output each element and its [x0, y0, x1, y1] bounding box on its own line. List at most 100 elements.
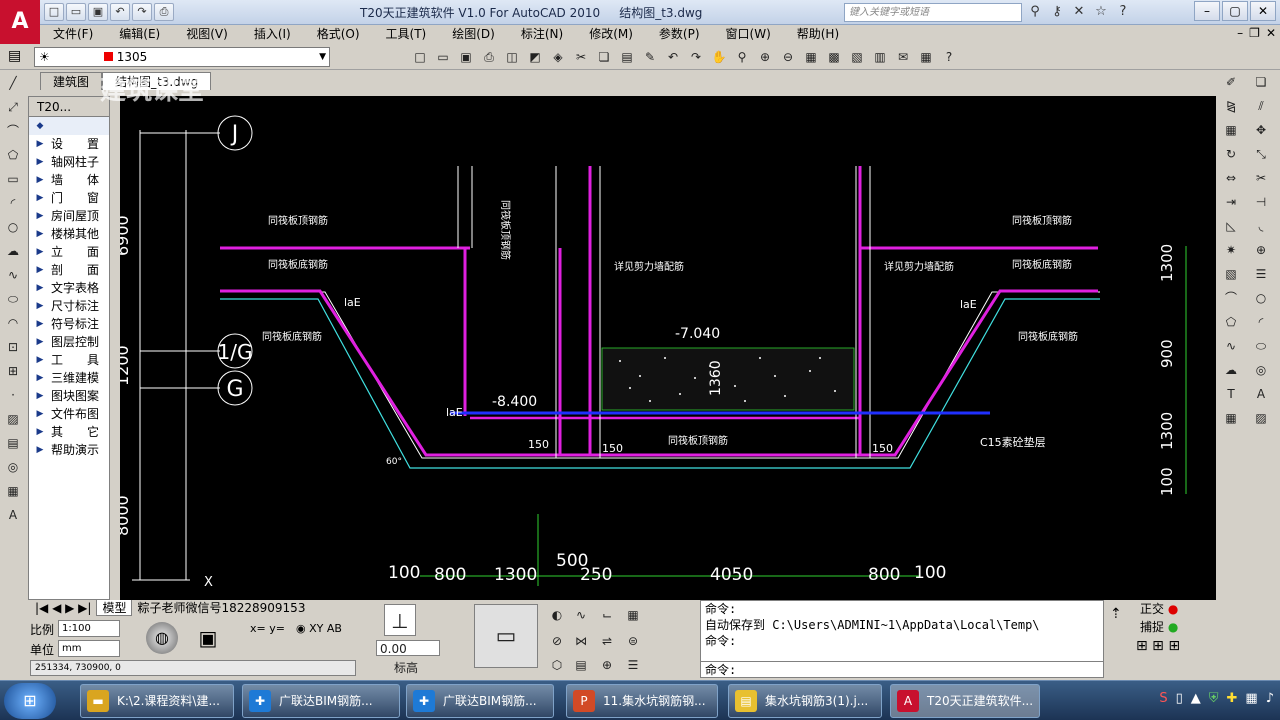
xy-icon[interactable]: x= y= [250, 622, 285, 635]
redo-icon[interactable]: ↷ [686, 47, 706, 67]
tool-icon[interactable]: ⊜ [622, 630, 644, 652]
tool-icon[interactable]: ▤ [570, 654, 592, 676]
gradient-icon[interactable]: ▤ [2, 432, 24, 454]
t20-item-text[interactable]: ▶ 文字表格 [29, 279, 109, 297]
battery-icon[interactable]: ▯ [1176, 691, 1183, 706]
unit-dropdown[interactable]: mm [58, 640, 121, 657]
hatch-icon[interactable]: ▨ [1249, 407, 1273, 429]
layout-icon[interactable]: ▣ [192, 622, 224, 654]
spline-icon[interactable]: ∿ [2, 264, 24, 286]
t20-item-room[interactable]: ▶ 房间屋顶 [29, 207, 109, 225]
taskbar-glodon-1[interactable]: ✚ 广联达BIM钢筋... [242, 684, 400, 718]
fillet-icon[interactable]: ◟ [1249, 215, 1273, 237]
t20-item-settings[interactable]: ▶ 设 置 [29, 135, 109, 153]
3d-icon[interactable]: ◈ [548, 47, 568, 67]
chamfer-icon[interactable]: ◺ [1219, 215, 1243, 237]
tab-model[interactable]: 模型 [96, 600, 133, 616]
taskbar-powerpoint[interactable]: P 11.集水坑钢筋钢... [566, 684, 718, 718]
menu-file[interactable]: 文件(F) [40, 25, 106, 44]
spline-icon[interactable]: ∿ [1219, 335, 1243, 357]
polygon-icon[interactable]: ⬠ [2, 144, 24, 166]
ellipse-icon[interactable]: ⬭ [1249, 335, 1273, 357]
extend-icon[interactable]: ⇥ [1219, 191, 1243, 213]
menu-params[interactable]: 参数(P) [646, 25, 713, 44]
rectangle-icon[interactable]: ▭ [2, 168, 24, 190]
text-icon[interactable]: T [1219, 383, 1243, 405]
circle-icon[interactable]: ○ [1249, 287, 1273, 309]
command-input[interactable]: 命令: [701, 661, 1103, 677]
array-icon[interactable]: ▦ [1219, 119, 1243, 141]
print-icon[interactable]: ⎙ [479, 47, 499, 67]
publish-icon[interactable]: ◩ [525, 47, 545, 67]
tab-architecture[interactable]: 建筑图 [40, 72, 103, 90]
tool-icon[interactable]: ⊘ [546, 630, 568, 652]
exchange-icon[interactable]: ✕ [1070, 3, 1088, 21]
scale-dropdown[interactable]: 1:100 [58, 620, 121, 637]
t20-item-axis[interactable]: ▶ 轴网柱子 [29, 153, 109, 171]
t20-item-layout[interactable]: ▶ 文件布图 [29, 405, 109, 423]
taskbar-autocad[interactable]: A T20天正建筑软件... [890, 684, 1040, 718]
t20-item-layer[interactable]: ▶ 图层控制 [29, 333, 109, 351]
table-icon[interactable]: ▦ [1219, 407, 1243, 429]
polyline-icon[interactable]: ⌒ [2, 120, 24, 142]
sogou-icon[interactable]: S [1159, 691, 1167, 706]
tray-arrow-icon[interactable]: ▲ [1191, 691, 1201, 706]
tool-icon[interactable]: ⇌ [596, 630, 618, 652]
menu-tools[interactable]: 工具(T) [373, 25, 440, 44]
explode-icon[interactable]: ✷ [1219, 239, 1243, 261]
t20-item-3d[interactable]: ▶ 三维建模 [29, 369, 109, 387]
circle-icon[interactable]: ○ [2, 216, 24, 238]
pan-icon[interactable]: ✋ [709, 47, 729, 67]
command-window[interactable]: 命令: 自动保存到 C:\Users\ADMINI~1\AppData\Loca… [700, 600, 1104, 678]
cut-icon[interactable]: ✂ [571, 47, 591, 67]
block-insert-icon[interactable]: ⊡ [2, 336, 24, 358]
zoom-window-icon[interactable]: ⊕ [755, 47, 775, 67]
start-button[interactable]: ⊞ [4, 683, 56, 719]
tool-icon[interactable]: ⊕ [596, 654, 618, 676]
tool-icon[interactable]: ⌙ [596, 604, 618, 626]
shield-icon[interactable]: ⛨ [1209, 691, 1219, 706]
undo-icon[interactable]: ↶ [663, 47, 683, 67]
open-icon[interactable]: ▭ [433, 47, 453, 67]
markup-icon[interactable]: ✉ [893, 47, 913, 67]
menu-window[interactable]: 窗口(W) [713, 25, 784, 44]
paste-icon[interactable]: ▤ [617, 47, 637, 67]
key-icon[interactable]: ⚷ [1048, 3, 1066, 21]
cloud-icon[interactable]: ☁ [2, 240, 24, 262]
elevation-field[interactable]: 0.00 [376, 640, 440, 656]
t20-item-dimension[interactable]: ▶ 尺寸标注 [29, 297, 109, 315]
ellipse-icon[interactable]: ⬭ [2, 288, 24, 310]
ortho-toggle[interactable]: 正交 ● [1106, 600, 1216, 618]
properties-icon[interactable]: ▦ [801, 47, 821, 67]
drawing-canvas[interactable]: J 1/G G 6900 1200 8000 X 同筏板顶钢筋 同筏板底钢筋 同… [120, 96, 1216, 600]
lock-icon[interactable]: ⇡ [1110, 606, 1122, 622]
nav-arrows-icon[interactable]: |◀ ◀ ▶ ▶| [30, 600, 96, 616]
menu-modify[interactable]: 修改(M) [576, 25, 646, 44]
volume-icon[interactable]: ♪ [1266, 691, 1274, 706]
t20-item-tools[interactable]: ▶ 工 具 [29, 351, 109, 369]
tool-icon[interactable]: ∿ [570, 604, 592, 626]
doc-close-icon[interactable]: ✕ [1266, 26, 1276, 40]
menu-insert[interactable]: 插入(I) [241, 25, 304, 44]
tool-icon[interactable]: ⋈ [570, 630, 592, 652]
region-icon[interactable]: ◎ [2, 456, 24, 478]
ab-icon[interactable]: ◉ XY AB [296, 622, 342, 635]
print-icon[interactable]: ⎙ [154, 3, 174, 21]
binoculars-icon[interactable]: ⚲ [1026, 3, 1044, 21]
join-icon[interactable]: ⊕ [1249, 239, 1273, 261]
t20-item-stair[interactable]: ▶ 楼梯其他 [29, 225, 109, 243]
align-icon[interactable]: ☰ [1249, 263, 1273, 285]
arc-icon[interactable]: ◜ [2, 192, 24, 214]
copy-icon[interactable]: ❏ [594, 47, 614, 67]
region-icon[interactable]: ◎ [1249, 359, 1273, 381]
globe-icon[interactable]: ◍ [146, 622, 178, 654]
osnap-grid-icon[interactable]: ⊞ ⊞ ⊞ [1136, 638, 1180, 654]
minimize-button[interactable]: – [1194, 1, 1220, 21]
move-icon[interactable]: ✥ [1249, 119, 1273, 141]
hatch-icon[interactable]: ▨ [2, 408, 24, 430]
preview-icon[interactable]: ◫ [502, 47, 522, 67]
match-icon[interactable]: ✎ [640, 47, 660, 67]
ellipse-arc-icon[interactable]: ◠ [2, 312, 24, 334]
snap-toggle[interactable]: 捕捉 ● [1106, 618, 1216, 636]
text-icon[interactable]: A [2, 504, 24, 526]
